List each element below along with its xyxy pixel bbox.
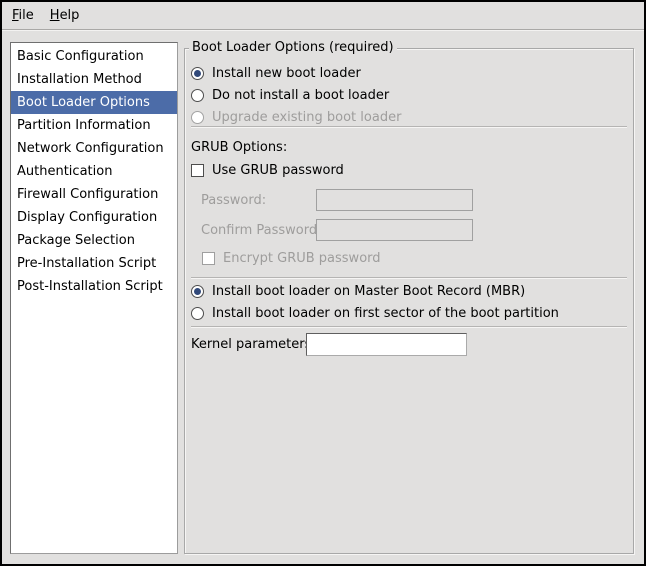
- sidebar-item-package-selection[interactable]: Package Selection: [11, 229, 177, 252]
- menu-help[interactable]: Help: [42, 2, 88, 29]
- sidebar-item-basic-configuration[interactable]: Basic Configuration: [11, 45, 177, 68]
- separator: [191, 326, 627, 328]
- menubar: File Help: [2, 2, 644, 30]
- sidebar-item-display-configuration[interactable]: Display Configuration: [11, 206, 177, 229]
- menu-help-label: Help: [50, 8, 80, 23]
- kickstart-configurator-window: { "menubar": { "items": [ { "label": "Fi…: [0, 0, 646, 566]
- kernel-parameters-label: Kernel parameters:: [191, 337, 316, 352]
- radio-selected-icon: [191, 285, 204, 298]
- menu-file-label: File: [12, 8, 34, 23]
- kernel-parameters-input[interactable]: [306, 333, 467, 356]
- radio-install-on-mbr-label: Install boot loader on Master Boot Recor…: [212, 284, 525, 299]
- radio-selected-icon: [191, 67, 204, 80]
- password-row: Password:: [201, 189, 266, 211]
- boot-loader-options-frame: Boot Loader Options (required) Install n…: [184, 48, 634, 554]
- radio-install-on-first-sector-label: Install boot loader on first sector of t…: [212, 306, 559, 321]
- radio-install-new-boot-loader[interactable]: Install new boot loader: [191, 63, 361, 83]
- checkbox-disabled-icon: [202, 252, 215, 265]
- password-input: [316, 189, 473, 211]
- confirm-password-input: [316, 219, 473, 241]
- radio-do-not-install-boot-loader[interactable]: Do not install a boot loader: [191, 85, 389, 105]
- checkbox-encrypt-grub-password: Encrypt GRUB password: [202, 248, 381, 268]
- checkbox-unchecked-icon: [191, 164, 204, 177]
- sidebar-item-firewall-configuration[interactable]: Firewall Configuration: [11, 183, 177, 206]
- checkbox-use-grub-password-label: Use GRUB password: [212, 163, 344, 178]
- radio-upgrade-existing-boot-loader-label: Upgrade existing boot loader: [212, 110, 401, 125]
- sidebar-item-network-configuration[interactable]: Network Configuration: [11, 137, 177, 160]
- sidebar-item-partition-information[interactable]: Partition Information: [11, 114, 177, 137]
- radio-unselected-icon: [191, 307, 204, 320]
- radio-upgrade-existing-boot-loader: Upgrade existing boot loader: [191, 107, 401, 127]
- sidebar-item-boot-loader-options[interactable]: Boot Loader Options: [11, 91, 177, 114]
- radio-install-on-mbr[interactable]: Install boot loader on Master Boot Recor…: [191, 281, 525, 301]
- checkbox-encrypt-grub-password-label: Encrypt GRUB password: [223, 251, 381, 266]
- grub-options-section-label: GRUB Options:: [191, 138, 287, 156]
- radio-do-not-install-boot-loader-label: Do not install a boot loader: [212, 88, 389, 103]
- radio-unselected-icon: [191, 89, 204, 102]
- radio-disabled-icon: [191, 111, 204, 124]
- menu-file[interactable]: File: [4, 2, 42, 29]
- sidebar-item-installation-method[interactable]: Installation Method: [11, 68, 177, 91]
- kernel-parameters-row: Kernel parameters:: [191, 333, 316, 356]
- separator: [191, 126, 627, 128]
- confirm-password-label: Confirm Password:: [201, 223, 321, 238]
- sidebar-item-authentication[interactable]: Authentication: [11, 160, 177, 183]
- radio-install-new-boot-loader-label: Install new boot loader: [212, 66, 361, 81]
- separator: [191, 277, 627, 279]
- sidebar-item-pre-installation-script[interactable]: Pre-Installation Script: [11, 252, 177, 275]
- password-label: Password:: [201, 193, 266, 208]
- sidebar-category-list: Basic Configuration Installation Method …: [10, 42, 178, 554]
- sidebar-item-post-installation-script[interactable]: Post-Installation Script: [11, 275, 177, 298]
- radio-install-on-first-sector[interactable]: Install boot loader on first sector of t…: [191, 303, 559, 323]
- confirm-password-row: Confirm Password:: [201, 219, 321, 241]
- frame-title: Boot Loader Options (required): [189, 40, 397, 55]
- checkbox-use-grub-password[interactable]: Use GRUB password: [191, 160, 344, 180]
